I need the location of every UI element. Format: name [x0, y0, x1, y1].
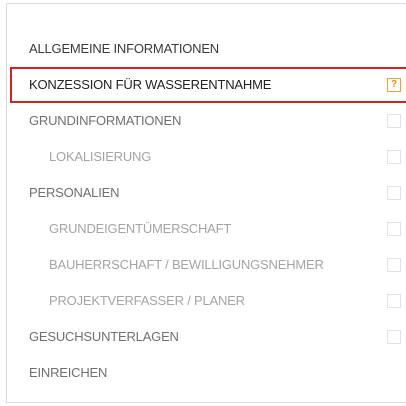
nav-item-label: GESUCHSUNTERLAGEN	[29, 329, 179, 344]
nav-item-label: GRUNDINFORMATIONEN	[29, 113, 182, 128]
status-checkbox	[387, 258, 401, 272]
status-unknown-icon: ?	[387, 78, 401, 92]
nav-item-label: GRUNDEIGENTÜMERSCHAFT	[49, 221, 232, 236]
nav-item-bauherrschaft-bewilligungsnehmer[interactable]: BAUHERRSCHAFT / BEWILLIGUNGSNEHMER	[7, 247, 406, 283]
nav-item-label: EINREICHEN	[29, 365, 108, 380]
nav-item-projektverfasser-planer[interactable]: PROJEKTVERFASSER / PLANER	[7, 283, 406, 319]
status-checkbox	[387, 330, 401, 344]
status-checkbox	[387, 294, 401, 308]
nav-item-label: PROJEKTVERFASSER / PLANER	[49, 293, 245, 308]
nav-item-label: ALLGEMEINE INFORMATIONEN	[29, 41, 219, 56]
nav-item-label: KONZESSION FÜR WASSERENTNAHME	[29, 77, 272, 92]
status-checkbox	[387, 114, 401, 128]
nav-item-allgemeine-informationen[interactable]: ALLGEMEINE INFORMATIONEN	[7, 31, 406, 67]
status-checkbox	[387, 150, 401, 164]
nav-item-label: BAUHERRSCHAFT / BEWILLIGUNGSNEHMER	[49, 257, 324, 272]
nav-item-gesuchsunterlagen[interactable]: GESUCHSUNTERLAGEN	[7, 319, 406, 355]
status-checkbox	[387, 186, 401, 200]
nav-item-label: LOKALISIERUNG	[49, 149, 152, 164]
status-checkbox	[387, 222, 401, 236]
nav-item-label: PERSONALIEN	[29, 185, 120, 200]
form-navigation-panel: ALLGEMEINE INFORMATIONEN KONZESSION FÜR …	[6, 3, 406, 403]
nav-item-personalien[interactable]: PERSONALIEN	[7, 175, 406, 211]
form-step-list: ALLGEMEINE INFORMATIONEN KONZESSION FÜR …	[7, 31, 406, 391]
nav-item-lokalisierung[interactable]: LOKALISIERUNG	[7, 139, 406, 175]
nav-item-grundinformationen[interactable]: GRUNDINFORMATIONEN	[7, 103, 406, 139]
nav-item-konzession-fuer-wasserentnahme[interactable]: KONZESSION FÜR WASSERENTNAHME ?	[10, 67, 406, 103]
nav-item-einreichen[interactable]: EINREICHEN	[7, 355, 406, 391]
nav-item-grundeigentuemerschaft[interactable]: GRUNDEIGENTÜMERSCHAFT	[7, 211, 406, 247]
